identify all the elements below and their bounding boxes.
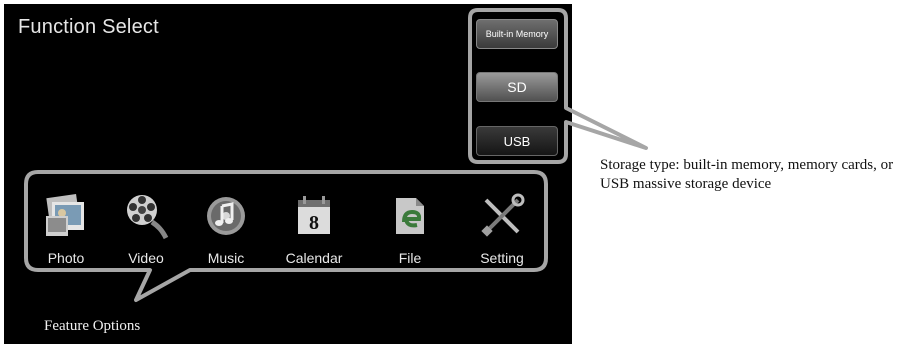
storage-callout-outline (468, 8, 648, 164)
storage-type-caption: Storage type: built-in memory, memory ca… (600, 157, 894, 192)
feature-callout-outline (24, 170, 548, 302)
